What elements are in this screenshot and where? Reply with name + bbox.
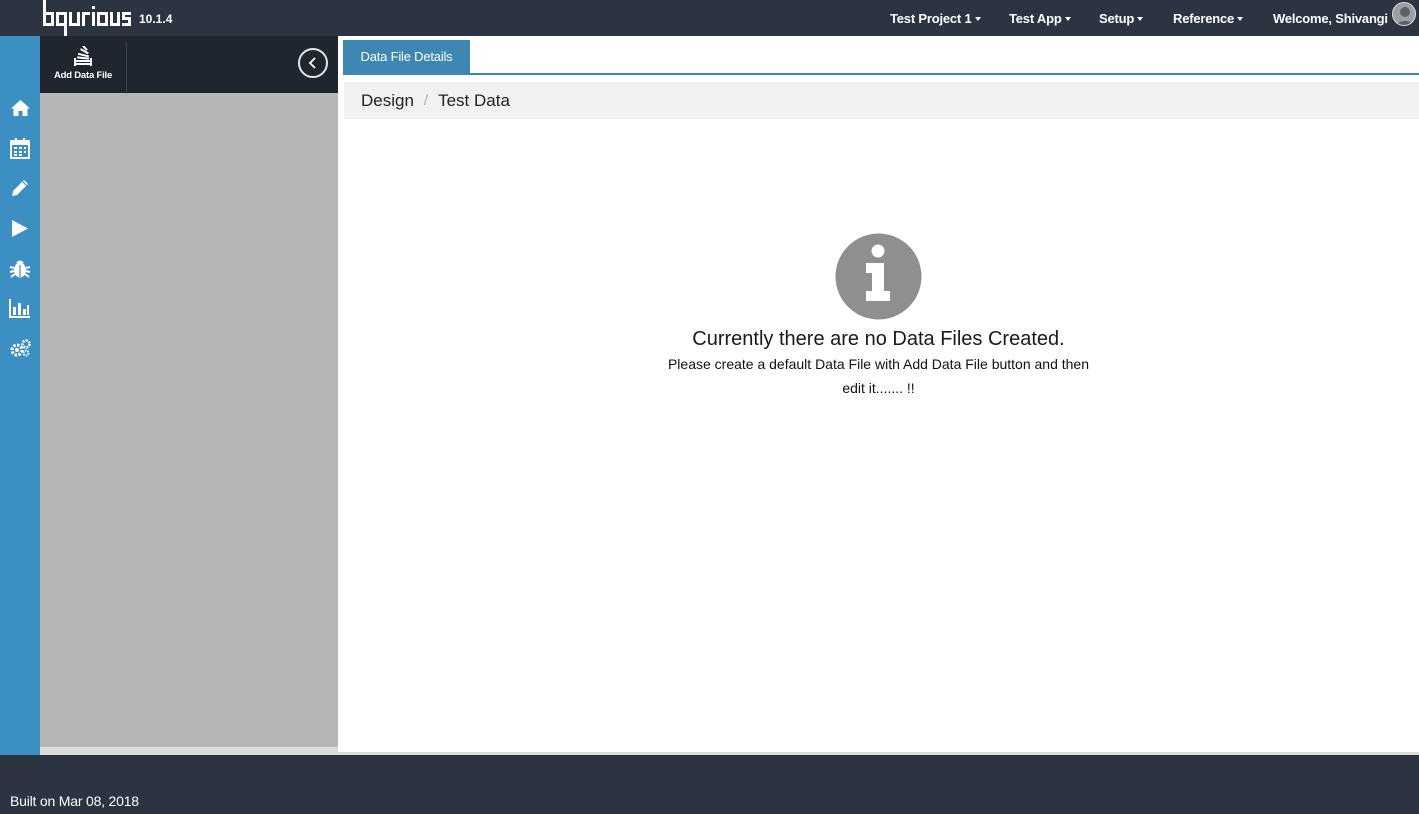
main-content: Data File Details Design / Test Data Cur… — [338, 36, 1419, 755]
add-data-file-label: Add Data File — [53, 70, 113, 81]
top-navbar: 10.1.4 Test Project 1 Test App Setup Ref… — [0, 0, 1419, 36]
breadcrumb-item-design[interactable]: Design — [361, 91, 414, 111]
bar-chart-icon[interactable] — [9, 297, 31, 319]
pencil-icon[interactable] — [9, 177, 31, 199]
breadcrumb: Design / Test Data — [344, 82, 1419, 119]
data-file-list-panel[interactable] — [40, 93, 338, 747]
breadcrumb-item-test-data: Test Data — [438, 90, 510, 110]
tab-underline — [343, 73, 1419, 75]
chevron-left-icon — [308, 57, 316, 69]
nav-setup-label: Setup — [1099, 10, 1135, 26]
home-icon[interactable] — [9, 97, 31, 119]
caret-down-icon — [1137, 16, 1144, 21]
left-icon-rail — [0, 36, 40, 755]
tab-data-file-details[interactable]: Data File Details — [343, 40, 470, 73]
caret-down-icon — [1237, 16, 1244, 21]
side-panel-scrollbar[interactable] — [40, 747, 338, 755]
empty-state-description: Please create a default Data File with A… — [667, 356, 1090, 396]
calendar-icon[interactable] — [9, 137, 31, 159]
collapse-panel-button[interactable] — [298, 48, 328, 78]
caret-down-icon — [974, 16, 981, 21]
empty-state-title: Currently there are no Data Files Create… — [692, 328, 1065, 350]
info-icon — [835, 233, 922, 320]
side-toolbar: Add Data File — [40, 36, 338, 93]
caret-down-icon — [1064, 16, 1071, 21]
nav-setup-dropdown[interactable]: Setup — [1099, 0, 1144, 36]
avatar[interactable] — [1392, 2, 1416, 26]
nav-app-label: Test App — [1009, 10, 1062, 26]
nav-app-dropdown[interactable]: Test App — [1009, 0, 1071, 36]
nav-project-label: Test Project 1 — [890, 10, 972, 26]
app-version: 10.1.4 — [139, 12, 173, 26]
bug-icon[interactable] — [9, 257, 31, 279]
build-date: Built on Mar 08, 2018 — [10, 793, 139, 809]
user-icon — [1396, 7, 1414, 25]
nav-reference-label: Reference — [1173, 10, 1235, 26]
gears-icon[interactable] — [9, 337, 31, 359]
footer: Built on Mar 08, 2018 — [0, 755, 1419, 814]
nav-project-dropdown[interactable]: Test Project 1 — [890, 0, 981, 36]
play-icon[interactable] — [9, 217, 31, 239]
nav-reference-dropdown[interactable]: Reference — [1173, 0, 1244, 36]
stack-icon — [74, 46, 92, 66]
app-logo[interactable] — [42, 0, 132, 36]
add-data-file-button[interactable]: Add Data File — [40, 42, 127, 92]
welcome-text: Welcome, Shivangi — [1273, 10, 1388, 26]
breadcrumb-separator: / — [423, 92, 429, 109]
user-welcome[interactable]: Welcome, Shivangi — [1273, 0, 1388, 36]
